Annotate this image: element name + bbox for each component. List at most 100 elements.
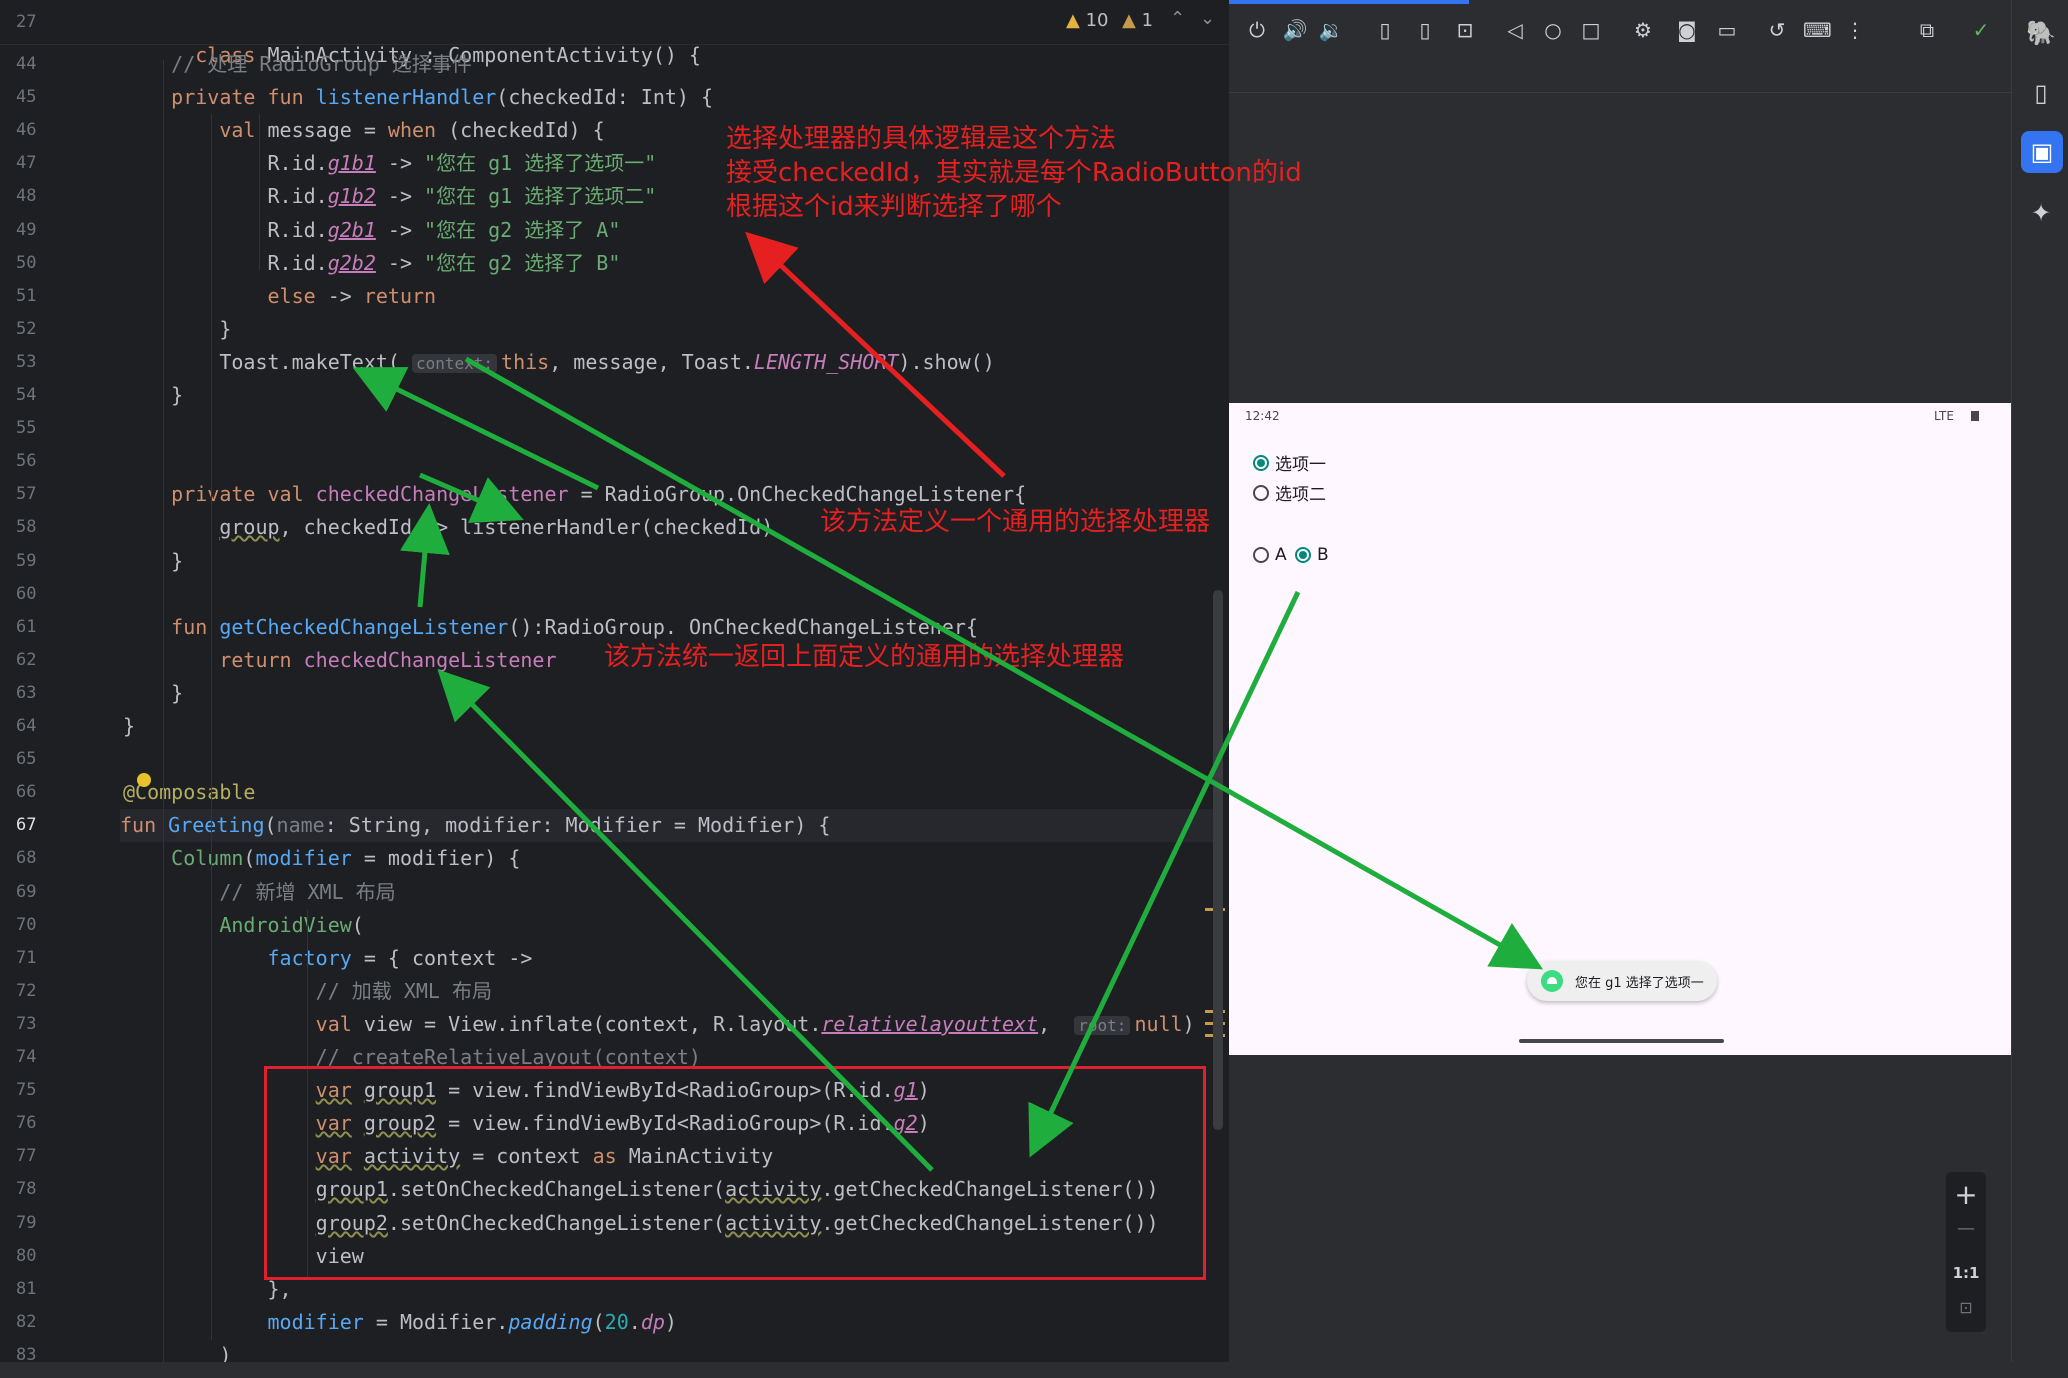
running-devices-icon[interactable]: ▣ (2021, 131, 2063, 173)
fold-icon[interactable]: ⊡ (1451, 16, 1479, 44)
radio-option-1[interactable]: 选项一 (1253, 450, 1326, 475)
code-line[interactable]: view (123, 1240, 364, 1273)
volume-down-icon[interactable]: 🔉 (1317, 16, 1345, 44)
radio-button-icon[interactable] (1253, 547, 1269, 563)
code-line[interactable]: } (123, 545, 183, 578)
code-line[interactable]: group1.setOnCheckedChangeListener(activi… (123, 1173, 1159, 1206)
code-token: dp (640, 1310, 665, 1334)
code-token: = view.findViewById<RadioGroup>(R.id. (436, 1078, 894, 1102)
rotate-left-icon[interactable]: ▯ (1371, 16, 1399, 44)
code-line[interactable]: R.id.g1b1 -> "您在 g1 选择了选项一" (123, 147, 656, 180)
code-token: // 处理 RadioGroup 选择事件 (171, 52, 472, 76)
status-time: 12:42 (1245, 409, 1280, 423)
code-token: ( (243, 846, 256, 870)
next-highlight-icon[interactable]: ⌄ (1200, 8, 1215, 29)
code-line[interactable]: Column(modifier = modifier) { (123, 842, 520, 875)
code-line[interactable]: val message = when (checkedId) { (123, 114, 604, 147)
code-line[interactable]: var group2 = view.findViewById<RadioGrou… (123, 1107, 930, 1140)
code-token: group2 (315, 1211, 388, 1235)
code-line[interactable]: } (123, 313, 231, 346)
code-line[interactable]: else -> return (123, 280, 437, 313)
code-line[interactable]: var group1 = view.findViewById<RadioGrou… (123, 1074, 930, 1107)
code-line[interactable]: }, (123, 1273, 291, 1306)
code-line[interactable]: modifier = Modifier.padding(20.dp) (123, 1306, 677, 1339)
device-manager-icon[interactable]: ▯ (2024, 76, 2058, 110)
code-token: ():RadioGroup. OnCheckedChangeListener{ (508, 615, 978, 639)
power-icon[interactable]: ⏻ (1243, 16, 1271, 44)
code-line[interactable]: return checkedChangeListener (123, 644, 556, 677)
radio-option-b[interactable]: B (1295, 545, 1329, 565)
zoom-actual-size-button[interactable]: 1:1 (1946, 1264, 1986, 1282)
radio-option-a[interactable]: A (1253, 545, 1287, 565)
code-token: } (123, 681, 184, 705)
emulator-screen[interactable]: 12:42 LTE 选项一 选项二 A B 您在 g1 选择了选项一 (1229, 403, 2011, 1055)
mirror-icon[interactable]: ⧉ (1913, 16, 1941, 44)
radio-button-icon[interactable] (1253, 484, 1269, 501)
code-token: ) (917, 1078, 930, 1102)
code-line[interactable]: // createRelativeLayout(context) (123, 1041, 701, 1074)
code-line[interactable]: R.id.g1b2 -> "您在 g1 选择了选项二" (123, 180, 656, 213)
radio-option-2[interactable]: 选项二 (1253, 480, 1326, 505)
device-settings-icon[interactable]: ⚙ (1629, 16, 1657, 44)
code-token: ) (664, 1310, 677, 1334)
code-token: var (315, 1078, 352, 1102)
lightbulb-icon[interactable] (137, 773, 151, 787)
code-line[interactable]: factory = { context -> (123, 942, 533, 975)
code-editor[interactable]: 27 class MainActivity : ComponentActivit… (0, 0, 1229, 1378)
check-icon[interactable]: ✓ (1967, 16, 1995, 44)
code-line[interactable]: group2.setOnCheckedChangeListener(activi… (123, 1207, 1159, 1240)
line-number: 60 (16, 584, 37, 604)
keyboard-icon[interactable]: ⌨ (1803, 16, 1832, 44)
record-icon[interactable]: ▭ (1713, 16, 1741, 44)
code-line[interactable]: } (123, 379, 183, 412)
zoom-out-button[interactable]: — (1946, 1218, 1986, 1239)
code-line[interactable]: } (123, 710, 135, 743)
radio-button-icon[interactable] (1253, 454, 1269, 471)
code-token: -> (375, 251, 425, 275)
radio-button-icon[interactable] (1295, 547, 1311, 563)
more-options-icon[interactable]: ⋮ (1841, 16, 1869, 44)
code-token: -> (375, 218, 425, 242)
previous-highlight-icon[interactable]: ⌃ (1170, 8, 1185, 29)
warnings-indicator[interactable]: ▲ 10 (1066, 10, 1108, 31)
code-token: } (123, 383, 184, 407)
code-token: group2 (363, 1111, 437, 1135)
home-icon[interactable]: ○ (1539, 16, 1567, 44)
code-token: activity (363, 1144, 461, 1168)
code-token: null (1134, 1012, 1183, 1036)
code-line[interactable]: Toast.makeText( context: this, message, T… (123, 346, 994, 379)
code-line[interactable]: fun getCheckedChangeListener():RadioGrou… (123, 611, 978, 644)
back-icon[interactable]: ◁ (1501, 16, 1529, 44)
code-line[interactable]: AndroidView( (123, 909, 364, 942)
editor-scrollbar[interactable] (1213, 590, 1223, 1130)
gradle-icon[interactable]: 🐘 (2024, 16, 2058, 50)
zoom-in-button[interactable]: + (1946, 1178, 1986, 1211)
zoom-fit-icon[interactable]: ⊡ (1946, 1298, 1986, 1317)
overview-icon[interactable]: □ (1577, 16, 1605, 44)
gemini-icon[interactable]: ✦ (2024, 196, 2058, 230)
indent-guide (307, 910, 308, 1280)
code-line[interactable]: R.id.g2b1 -> "您在 g2 选择了 A" (123, 214, 620, 247)
volume-up-icon[interactable]: 🔊 (1281, 16, 1309, 44)
battery-icon (1971, 411, 1979, 421)
sticky-class-declaration: class MainActivity : ComponentActivity()… (195, 43, 701, 67)
weak-warnings-indicator[interactable]: ▲ 1 (1122, 10, 1153, 31)
gesture-nav-bar[interactable] (1519, 1039, 1724, 1043)
code-token: ( (592, 1310, 605, 1334)
code-line[interactable]: val view = View.inflate(context, R.layou… (123, 1008, 1195, 1041)
code-line[interactable]: group, checkedId -> listenerHandler(chec… (123, 511, 773, 544)
code-line[interactable]: // 处理 RadioGroup 选择事件 (123, 48, 472, 81)
code-line[interactable]: } (123, 677, 183, 710)
code-line[interactable]: var activity = context as MainActivity (123, 1140, 774, 1173)
snapshot-icon[interactable]: ↺ (1763, 16, 1791, 44)
line-number: 78 (16, 1179, 37, 1199)
screenshot-icon[interactable]: ◙ (1673, 16, 1701, 44)
code-token: ( (351, 913, 364, 937)
toast-text: 您在 g1 选择了选项一 (1575, 975, 1704, 991)
code-line[interactable]: R.id.g2b2 -> "您在 g2 选择了 B" (123, 247, 620, 280)
code-line[interactable]: fun Greeting(name: String, modifier: Mod… (120, 809, 1215, 842)
code-line[interactable]: private val checkedChangeListener = Radi… (123, 478, 1026, 511)
code-line[interactable]: private fun listenerHandler(checkedId: I… (123, 81, 713, 114)
sticky-header: 27 class MainActivity : ComponentActivit… (0, 0, 1229, 67)
rotate-right-icon[interactable]: ▯ (1411, 16, 1439, 44)
